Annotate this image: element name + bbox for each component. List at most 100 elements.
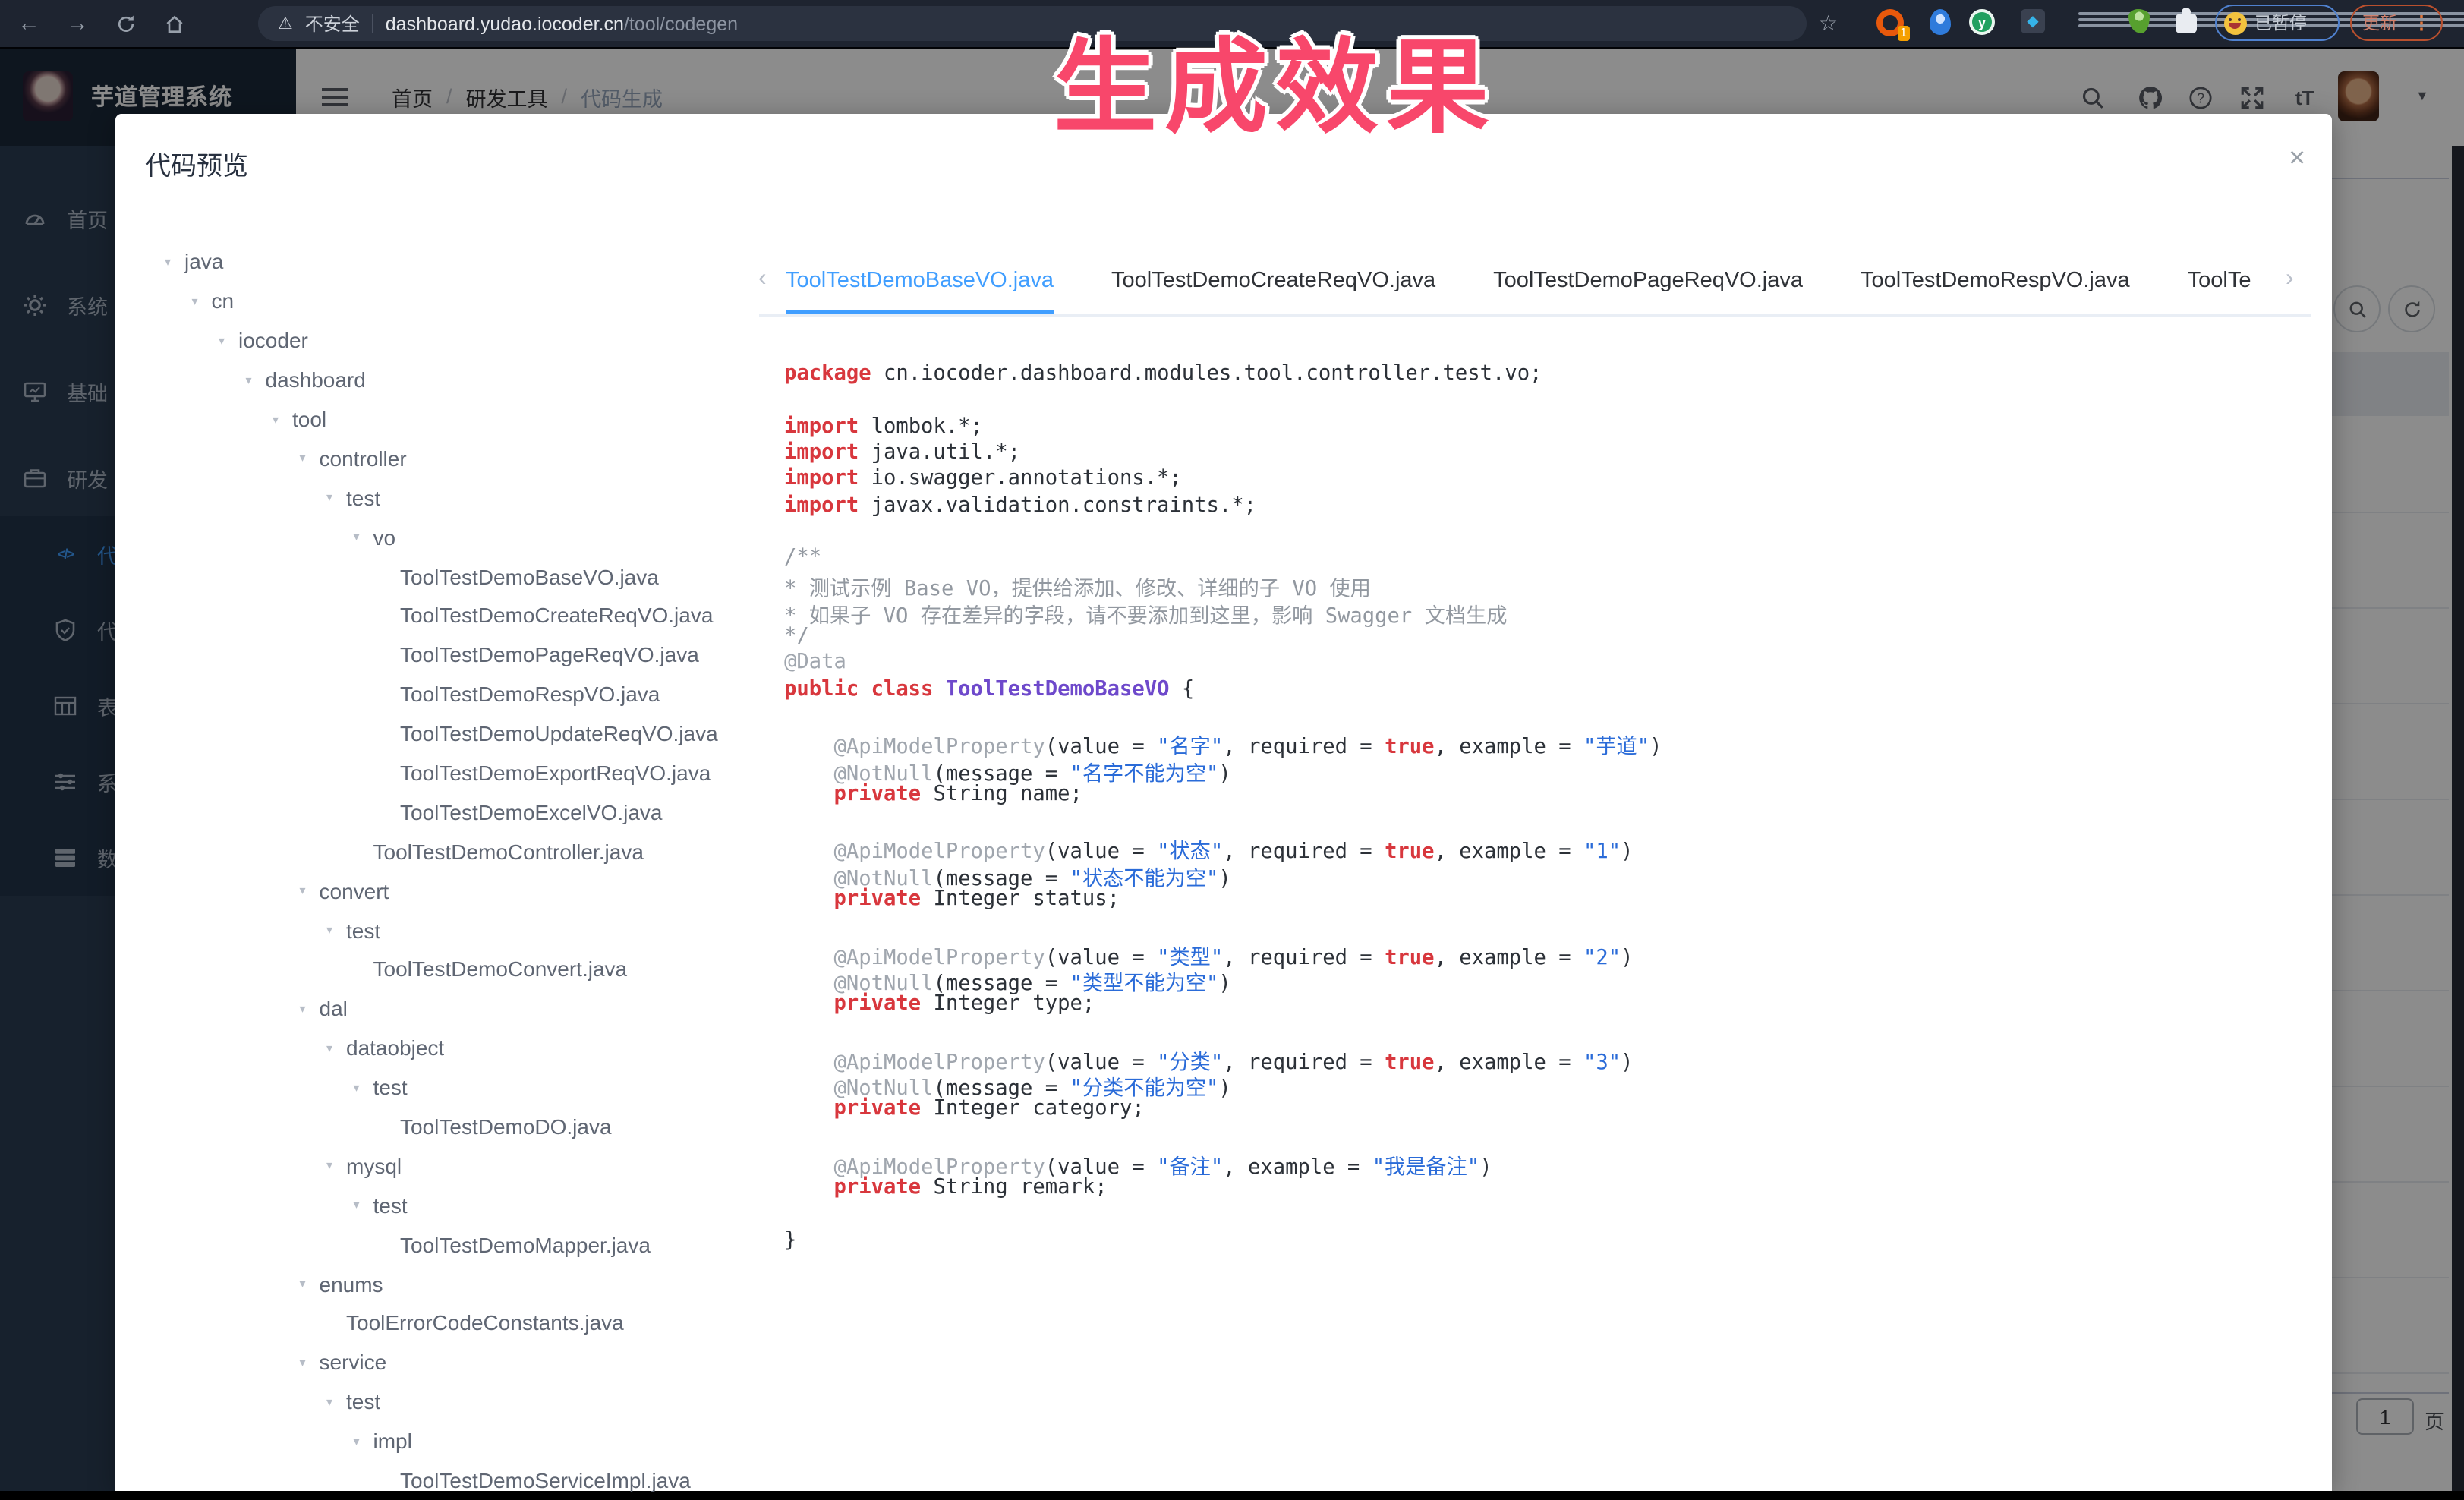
code-preview-modal: 代码预览 × ▾java▾cn▾iocoder▾dashboard▾tool▾c… [115,113,2332,1491]
tab-file-2[interactable]: ToolTestDemoCreateReqVO.java [1111,247,1435,314]
forward-icon[interactable]: → [58,0,97,47]
tree-caret-icon[interactable]: ▾ [300,1356,320,1369]
tree-folder[interactable]: ▾convert [165,871,757,911]
tree-caret-icon[interactable]: ▾ [165,255,184,269]
tree-node-label: vo [373,525,396,549]
tree-folder[interactable]: ▾test [165,478,757,518]
bookmark-star-icon[interactable]: ☆ [1819,0,1838,47]
tree-folder[interactable]: ▾service [165,1343,757,1382]
tree-node-label: ToolTestDemoBaseVO.java [400,564,659,588]
tree-folder[interactable]: ▾dataobject [165,1029,757,1068]
tree-file[interactable]: ToolTestDemoDO.java [165,1107,757,1146]
tree-file[interactable]: ToolTestDemoPageReqVO.java [165,635,757,675]
tree-folder[interactable]: ▾dashboard [165,360,757,399]
code-line [784,703,2302,730]
address-bar[interactable]: ⚠ 不安全 dashboard.yudao.iocoder.cn/tool/co… [258,6,1807,41]
tree-folder[interactable]: ▾test [165,1382,757,1422]
tree-file[interactable]: ToolTestDemoBaseVO.java [165,556,757,596]
update-browser-button[interactable]: 更新 ⋮ [2350,5,2443,41]
tree-folder[interactable]: ▾impl [165,1421,757,1461]
tree-file[interactable]: ToolTestDemoUpdateReqVO.java [165,714,757,753]
tree-folder[interactable]: ▾iocoder [165,321,757,361]
code-line: @ApiModelProperty(value = "名字", required… [784,730,2302,756]
tab-file-3[interactable]: ToolTestDemoPageReqVO.java [1493,247,1803,314]
page-scrollbar[interactable] [2452,146,2464,1491]
tree-caret-icon[interactable]: ▾ [354,1199,373,1212]
menu-dots-icon[interactable]: ⋮ [2412,12,2431,33]
tree-file[interactable]: ToolErrorCodeConstants.java [165,1303,757,1343]
tree-folder[interactable]: ▾vo [165,517,757,556]
tree-caret-icon[interactable]: ▾ [326,1159,346,1173]
tree-folder[interactable]: ▾mysql [165,1146,757,1186]
file-tree: ▾java▾cn▾iocoder▾dashboard▾tool▾controll… [165,242,757,1500]
code-line [784,1202,2302,1228]
code-editor[interactable]: package cn.iocoder.dashboard.modules.too… [784,361,2302,1254]
tree-caret-icon[interactable]: ▾ [354,1434,373,1448]
tree-folder[interactable]: ▾test [165,910,757,950]
tree-folder[interactable]: ▾cn [165,282,757,321]
url-host[interactable]: dashboard.yudao.iocoder.cn [386,13,624,34]
tree-file[interactable]: ToolTestDemoController.java [165,832,757,871]
tree-caret-icon[interactable]: ▾ [326,1041,346,1055]
tree-caret-icon[interactable]: ▾ [300,1002,320,1016]
extension-pin-icon[interactable] [1927,9,1954,36]
tab-file-1[interactable]: ToolTestDemoBaseVO.java [786,247,1054,314]
back-icon[interactable]: ← [9,0,49,47]
tree-file[interactable]: ToolTestDemoCreateReqVO.java [165,596,757,635]
tree-caret-icon[interactable]: ▾ [300,884,320,897]
code-line: * 测试示例 Base VO，提供给添加、修改、详细的子 VO 使用 [784,572,2302,598]
tree-node-label: dal [320,997,348,1021]
extension-orange-icon[interactable]: 1 [1876,9,1904,36]
tree-node-label: ToolTestDemoRespVO.java [400,682,660,706]
tree-folder[interactable]: ▾controller [165,439,757,478]
tree-file[interactable]: ToolTestDemoRespVO.java [165,675,757,714]
tree-caret-icon[interactable]: ▾ [300,452,320,465]
tree-folder[interactable]: ▾tool [165,399,757,439]
tree-caret-icon[interactable]: ▾ [192,295,212,308]
extensions-puzzle-icon[interactable] [2173,9,2200,36]
tree-caret-icon[interactable]: ▾ [246,373,266,386]
code-line [784,519,2302,546]
tree-file[interactable]: ToolTestDemoExportReqVO.java [165,753,757,793]
extension-diamond-icon[interactable]: ◆ [2021,9,2048,36]
tree-caret-icon[interactable]: ▾ [354,1080,373,1094]
tree-file[interactable]: ToolTestDemoExcelVO.java [165,793,757,832]
tree-caret-icon[interactable]: ▾ [273,412,292,426]
url-path[interactable]: /tool/codegen [624,13,738,34]
tree-folder[interactable]: ▾test [165,1067,757,1107]
tree-node-label: mysql [346,1154,402,1178]
annotation-overlay-text: 生成效果 [1054,3,1497,153]
tree-node-label: ToolTestDemoServiceImpl.java [400,1468,691,1492]
reload-icon[interactable] [106,0,146,47]
tree-folder[interactable]: ▾enums [165,1264,757,1303]
tree-file[interactable]: ToolTestDemoServiceImpl.java [165,1461,757,1500]
code-line: @ApiModelProperty(value = "状态", required… [784,834,2302,861]
tree-file[interactable]: ToolTestDemoMapper.java [165,1225,757,1265]
update-label: 更新 [2362,11,2397,35]
tree-caret-icon[interactable]: ▾ [326,1395,346,1409]
tree-caret-icon[interactable]: ▾ [326,491,346,505]
security-label[interactable]: 不安全 [305,11,360,36]
tab-file-4[interactable]: ToolTestDemoRespVO.java [1861,247,2130,314]
close-icon[interactable]: × [2289,143,2305,172]
tabs-scroll-left-icon[interactable]: ‹ [758,265,767,292]
tree-folder[interactable]: ▾dal [165,989,757,1029]
tree-caret-icon[interactable]: ▾ [300,1277,320,1290]
tree-folder[interactable]: ▾test [165,1186,757,1225]
tree-caret-icon[interactable]: ▾ [326,923,346,937]
tree-node-label: java [184,250,223,274]
code-line: @ApiModelProperty(value = "备注", example … [784,1149,2302,1176]
tabs-scroll-right-icon[interactable]: › [2286,265,2294,292]
tree-node-label: ToolTestDemoMapper.java [400,1232,651,1256]
tree-file[interactable]: ToolTestDemoConvert.java [165,950,757,989]
code-line: private String remark; [784,1176,2302,1202]
extension-green-icon[interactable]: y [1969,9,1996,36]
tree-caret-icon[interactable]: ▾ [219,333,238,347]
extension-leaf-icon[interactable] [2125,9,2153,36]
browser-window: ← → ⚠ 不安全 dashboard.yudao.iocoder.cn/too… [0,0,2464,1491]
home-icon[interactable] [155,0,194,47]
tab-file-5[interactable]: ToolTe [2188,247,2251,314]
tree-folder[interactable]: ▾java [165,242,757,282]
tree-caret-icon[interactable]: ▾ [354,530,373,544]
paused-extension-pill[interactable]: 已暂停 [2215,5,2340,41]
